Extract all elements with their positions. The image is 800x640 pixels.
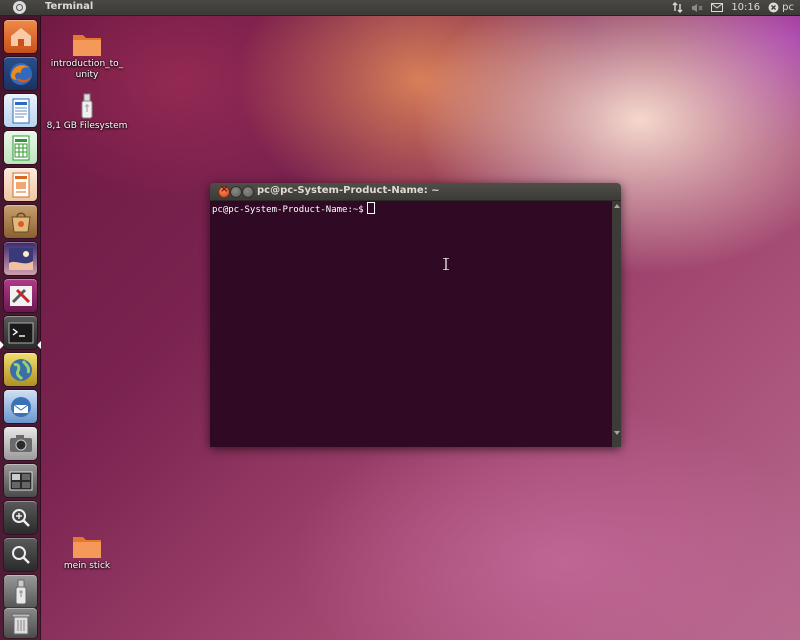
folder-icon	[42, 31, 132, 57]
volume-muted-icon[interactable]	[691, 3, 703, 13]
launcher-camera[interactable]	[4, 427, 37, 460]
software-center-icon	[10, 212, 31, 232]
firefox-icon	[9, 62, 32, 85]
mail-bird-icon	[10, 396, 31, 417]
desktop-icon-label: mein stick	[63, 561, 111, 571]
clock-label[interactable]: 10:16	[731, 2, 760, 13]
mail-envelope-icon[interactable]	[711, 3, 724, 12]
night-scene-icon	[8, 247, 33, 270]
desktop-icon-label: introduction_to_ unity	[50, 59, 124, 80]
search-icon	[11, 545, 30, 564]
session-menu[interactable]: pc	[768, 2, 794, 13]
text-cursor	[366, 202, 375, 214]
close-button[interactable]	[218, 184, 230, 198]
scroll-down-arrow-icon[interactable]	[614, 431, 620, 435]
globe-icon	[9, 358, 32, 381]
launcher-libreoffice-writer[interactable]	[4, 94, 37, 127]
active-indicator-right	[37, 341, 41, 349]
launcher-thunderbird[interactable]	[4, 390, 37, 423]
launcher-libreoffice-calc[interactable]	[4, 131, 37, 164]
launcher-software-center[interactable]	[4, 205, 37, 238]
launcher-usb-drive[interactable]	[4, 575, 37, 608]
window-titlebar[interactable]: pc@pc-System-Product-Name: ~	[210, 183, 621, 201]
scroll-up-arrow-icon[interactable]	[614, 204, 620, 208]
terminal-icon	[8, 322, 33, 343]
power-icon	[768, 2, 779, 13]
launcher-zoom-in[interactable]	[4, 501, 37, 534]
launcher-libreoffice-impress[interactable]	[4, 168, 37, 201]
tools-icon	[9, 285, 32, 306]
prompt-line: pc@pc-System-Product-Name:~$	[212, 202, 375, 215]
mouse-cursor-icon	[443, 257, 451, 273]
terminal-output[interactable]: pc@pc-System-Product-Name:~$	[210, 201, 612, 447]
usb-drive-icon	[15, 579, 26, 604]
maximize-button[interactable]	[242, 186, 254, 198]
launcher-system-settings[interactable]	[4, 279, 37, 312]
launcher-firefox[interactable]	[4, 57, 37, 90]
ubuntu-logo-icon[interactable]	[13, 1, 26, 14]
terminal-window: pc@pc-System-Product-Name: ~ pc@pc-Syste…	[210, 183, 621, 447]
top-panel: Terminal 10:16 pc	[0, 0, 800, 16]
desktop-icon-filesystem[interactable]: 8,1 GB Filesystem	[42, 93, 132, 132]
desktop-icon-label: 8,1 GB Filesystem	[46, 121, 128, 131]
indicator-area: 10:16 pc	[672, 0, 794, 15]
user-name: pc	[782, 2, 794, 13]
network-icon[interactable]	[672, 2, 683, 13]
launcher-search[interactable]	[4, 538, 37, 571]
launcher	[0, 16, 41, 640]
minimize-button[interactable]	[230, 186, 242, 198]
workspace-icon	[9, 471, 32, 490]
scrollbar[interactable]	[612, 201, 621, 447]
calc-icon	[12, 135, 29, 160]
window-title: pc@pc-System-Product-Name: ~	[257, 185, 440, 196]
home-folder-icon	[10, 27, 31, 46]
zoom-in-icon	[11, 508, 30, 527]
impress-icon	[12, 172, 29, 197]
folder-icon	[42, 533, 132, 559]
shell-prompt: pc@pc-System-Product-Name:~$	[212, 205, 364, 215]
launcher-terminal[interactable]	[4, 316, 37, 349]
launcher-empathy[interactable]	[4, 353, 37, 386]
app-title: Terminal	[45, 1, 94, 12]
writer-icon	[12, 98, 29, 123]
launcher-wallpaper[interactable]	[4, 242, 37, 275]
desktop-icon-introduction[interactable]: introduction_to_ unity	[42, 31, 132, 81]
launcher-home-folder[interactable]	[4, 20, 37, 53]
launcher-trash[interactable]	[4, 608, 37, 638]
launcher-workspace-switcher[interactable]	[4, 464, 37, 497]
trash-icon	[11, 613, 30, 635]
camera-icon	[9, 434, 32, 452]
usb-drive-icon	[42, 93, 132, 119]
desktop-icon-mein-stick[interactable]: mein stick	[42, 533, 132, 572]
